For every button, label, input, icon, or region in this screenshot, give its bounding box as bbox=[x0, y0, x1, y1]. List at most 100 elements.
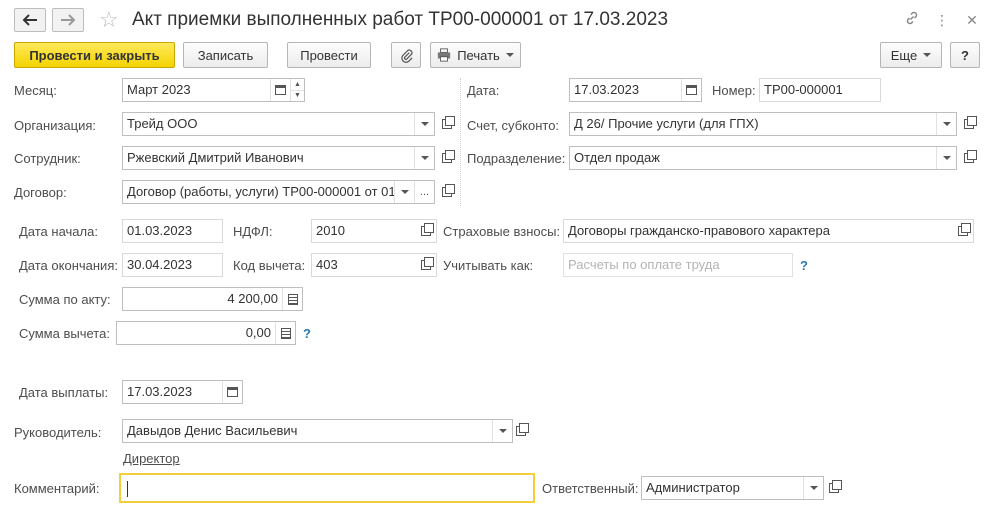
comment-label: Комментарий: bbox=[14, 481, 100, 496]
deduction-sum-calculator-button[interactable] bbox=[275, 322, 295, 344]
month-label: Месяц: bbox=[14, 83, 57, 98]
date-label: Дата: bbox=[467, 83, 500, 98]
manager-field[interactable]: Давыдов Денис Васильевич bbox=[122, 419, 513, 443]
employee-dropdown-button[interactable] bbox=[414, 147, 434, 169]
manager-position-link[interactable]: Директор bbox=[123, 451, 180, 466]
date-field[interactable]: 17.03.2023 bbox=[569, 78, 702, 102]
deduction-code-open-button[interactable] bbox=[416, 254, 436, 276]
consider-as-field[interactable]: Расчеты по оплате труда bbox=[563, 253, 793, 277]
insurance-open-button[interactable] bbox=[953, 220, 973, 242]
more-label: Еще bbox=[890, 47, 918, 63]
responsible-dropdown-button[interactable] bbox=[803, 477, 823, 499]
open-icon bbox=[442, 116, 455, 129]
calculator-icon bbox=[280, 327, 291, 339]
consider-as-help-icon[interactable]: ? bbox=[800, 258, 808, 273]
comment-value bbox=[121, 475, 533, 501]
open-icon bbox=[442, 184, 455, 197]
arrow-left-icon bbox=[22, 14, 37, 26]
open-icon bbox=[964, 150, 977, 163]
help-button[interactable]: ? bbox=[950, 42, 980, 68]
act-sum-value: 4 200,00 bbox=[227, 291, 278, 306]
contract-dropdown-button[interactable] bbox=[394, 181, 414, 203]
organization-label: Организация: bbox=[14, 118, 97, 133]
date-calendar-button[interactable] bbox=[681, 79, 701, 101]
account-dropdown-button[interactable] bbox=[936, 113, 956, 135]
act-sum-field[interactable]: 4 200,00 bbox=[122, 287, 303, 311]
favorite-star-icon[interactable]: ☆ bbox=[99, 8, 119, 32]
open-icon bbox=[829, 480, 842, 493]
payment-date-value: 17.03.2023 bbox=[127, 384, 193, 399]
calendar-icon bbox=[227, 387, 238, 397]
forward-button[interactable] bbox=[52, 8, 84, 32]
employee-open-button[interactable] bbox=[437, 146, 457, 170]
more-button[interactable]: Еще bbox=[880, 42, 942, 68]
manager-dropdown-button[interactable] bbox=[492, 420, 512, 442]
department-field[interactable]: Отдел продаж bbox=[569, 146, 957, 170]
start-date-value: 01.03.2023 bbox=[127, 223, 193, 238]
deduction-code-value: 403 bbox=[316, 257, 338, 272]
deduction-sum-value: 0,00 bbox=[245, 325, 271, 340]
start-date-label: Дата начала: bbox=[19, 224, 98, 239]
month-field[interactable]: Март 2023 ▲ ▼ bbox=[122, 78, 305, 102]
account-open-button[interactable] bbox=[959, 112, 979, 136]
number-field[interactable]: ТР00-000001 bbox=[759, 78, 881, 102]
month-spinner[interactable]: ▲ ▼ bbox=[290, 79, 304, 101]
save-button[interactable]: Записать bbox=[183, 42, 268, 68]
date-value: 17.03.2023 bbox=[574, 82, 640, 97]
link-icon[interactable] bbox=[902, 10, 922, 30]
comment-input[interactable] bbox=[119, 473, 535, 503]
post-and-close-button[interactable]: Провести и закрыть bbox=[14, 42, 175, 68]
open-icon bbox=[516, 423, 529, 436]
calendar-icon bbox=[686, 85, 697, 95]
open-icon bbox=[964, 116, 977, 129]
spin-up-icon[interactable]: ▲ bbox=[291, 79, 304, 91]
deduction-code-field[interactable]: 403 bbox=[311, 253, 437, 277]
department-open-button[interactable] bbox=[959, 146, 979, 170]
insurance-field[interactable]: Договоры гражданско-правового характера bbox=[563, 219, 974, 243]
payment-date-field[interactable]: 17.03.2023 bbox=[122, 380, 243, 404]
employee-field[interactable]: Ржевский Дмитрий Иванович bbox=[122, 146, 435, 170]
act-sum-label: Сумма по акту: bbox=[19, 292, 111, 307]
start-date-field[interactable]: 01.03.2023 bbox=[122, 219, 223, 243]
paperclip-icon bbox=[400, 48, 413, 63]
print-button[interactable]: Печать bbox=[430, 42, 521, 68]
post-button[interactable]: Провести bbox=[287, 42, 371, 68]
account-value: Д 26/ Прочие услуги (для ГПХ) bbox=[574, 116, 759, 131]
spin-down-icon[interactable]: ▼ bbox=[291, 91, 304, 102]
open-icon bbox=[421, 223, 434, 236]
contract-field[interactable]: Договор (работы, услуги) ТР00-000001 от … bbox=[122, 180, 435, 204]
responsible-value: Администратор bbox=[646, 480, 740, 495]
department-dropdown-button[interactable] bbox=[936, 147, 956, 169]
responsible-open-button[interactable] bbox=[824, 476, 844, 500]
back-button[interactable] bbox=[14, 8, 46, 32]
contract-label: Договор: bbox=[14, 185, 67, 200]
close-icon[interactable]: ✕ bbox=[962, 10, 982, 30]
responsible-field[interactable]: Администратор bbox=[641, 476, 824, 500]
employee-value: Ржевский Дмитрий Иванович bbox=[127, 150, 304, 165]
contract-select-button[interactable]: ... bbox=[414, 181, 434, 203]
payment-date-calendar-button[interactable] bbox=[222, 381, 242, 403]
end-date-field[interactable]: 30.04.2023 bbox=[122, 253, 223, 277]
number-value: ТР00-000001 bbox=[764, 82, 843, 97]
ndfl-label: НДФЛ: bbox=[233, 224, 273, 239]
ndfl-open-button[interactable] bbox=[416, 220, 436, 242]
number-label: Номер: bbox=[712, 83, 756, 98]
deduction-sum-help-icon[interactable]: ? bbox=[303, 326, 311, 341]
more-vert-icon[interactable]: ⋮ bbox=[932, 10, 952, 30]
month-calendar-button[interactable] bbox=[270, 79, 290, 101]
manager-open-button[interactable] bbox=[511, 419, 531, 443]
ndfl-field[interactable]: 2010 bbox=[311, 219, 437, 243]
deduction-sum-field[interactable]: 0,00 bbox=[116, 321, 296, 345]
organization-open-button[interactable] bbox=[437, 112, 457, 136]
account-field[interactable]: Д 26/ Прочие услуги (для ГПХ) bbox=[569, 112, 957, 136]
contract-open-button[interactable] bbox=[437, 180, 457, 204]
end-date-value: 30.04.2023 bbox=[127, 257, 193, 272]
payment-date-label: Дата выплаты: bbox=[19, 385, 109, 400]
calculator-icon bbox=[287, 293, 298, 305]
consider-as-label: Учитывать как: bbox=[443, 258, 534, 273]
attach-button[interactable] bbox=[391, 42, 421, 68]
organization-field[interactable]: Трейд ООО bbox=[122, 112, 435, 136]
act-sum-calculator-button[interactable] bbox=[282, 288, 302, 310]
insurance-label: Страховые взносы: bbox=[443, 224, 561, 239]
organization-dropdown-button[interactable] bbox=[414, 113, 434, 135]
